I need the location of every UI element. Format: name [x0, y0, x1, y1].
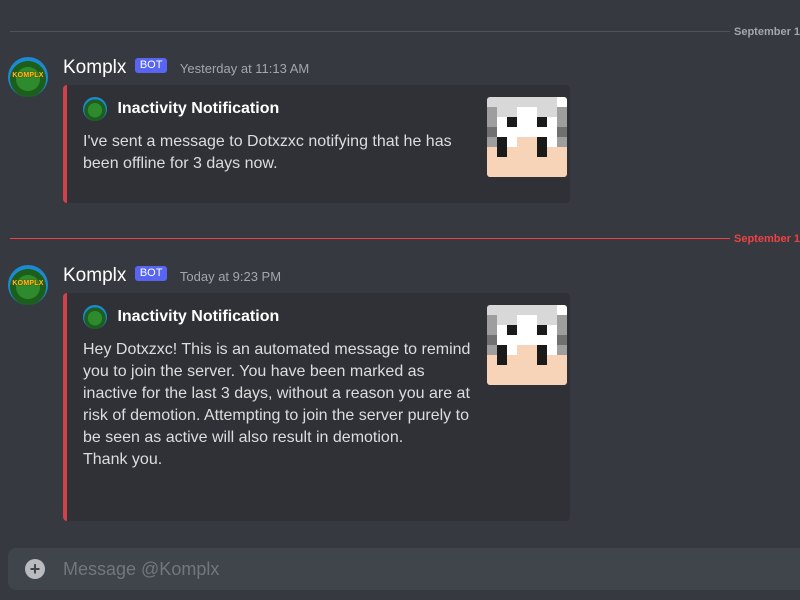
timestamp[interactable]: Yesterday at 11:13 AM	[180, 61, 309, 76]
avatar[interactable]: KOMPLX	[8, 265, 48, 305]
embed-thumbnail[interactable]	[487, 305, 567, 385]
timestamp[interactable]: Today at 9:23 PM	[180, 269, 281, 284]
embed: Inactivity Notification Hey Dotxzxc! Thi…	[63, 293, 570, 521]
author-icon	[83, 97, 107, 121]
avatar-logo-text: KOMPLX	[12, 72, 44, 79]
date-divider-label: September 1	[734, 233, 800, 245]
bot-tag: BOT	[134, 265, 168, 281]
message-header: Komplx BOT Today at 9:23 PM	[63, 265, 281, 289]
embed-author: Inactivity Notification	[83, 305, 279, 329]
plus-circle-icon[interactable]: +	[25, 559, 45, 579]
embed-author-name: Inactivity Notification	[117, 308, 280, 325]
embed-author-name: Inactivity Notification	[117, 100, 280, 117]
bot-tag: BOT	[134, 57, 168, 73]
embed-author: Inactivity Notification	[83, 97, 279, 121]
username[interactable]: Komplx	[63, 265, 126, 286]
new-messages-divider: September 1	[10, 232, 800, 246]
message-header: Komplx BOT Yesterday at 11:13 AM	[63, 57, 309, 81]
message-input[interactable]	[63, 548, 790, 590]
embed-thumbnail[interactable]	[487, 97, 567, 177]
embed-description: Hey Dotxzxc! This is an automated messag…	[83, 341, 471, 468]
chat-window: September 1 KOMPLX Komplx BOT Yesterday …	[0, 0, 800, 600]
author-icon	[83, 305, 107, 329]
username[interactable]: Komplx	[63, 57, 126, 78]
embed: Inactivity Notification I've sent a mess…	[63, 85, 570, 203]
avatar[interactable]: KOMPLX	[8, 57, 48, 97]
avatar-logo-text: KOMPLX	[12, 280, 44, 287]
date-divider-label: September 1	[734, 26, 800, 38]
date-divider: September 1	[10, 25, 800, 39]
message-composer: +	[8, 548, 800, 590]
embed-description: I've sent a message to Dotxzxc notifying…	[83, 133, 457, 172]
